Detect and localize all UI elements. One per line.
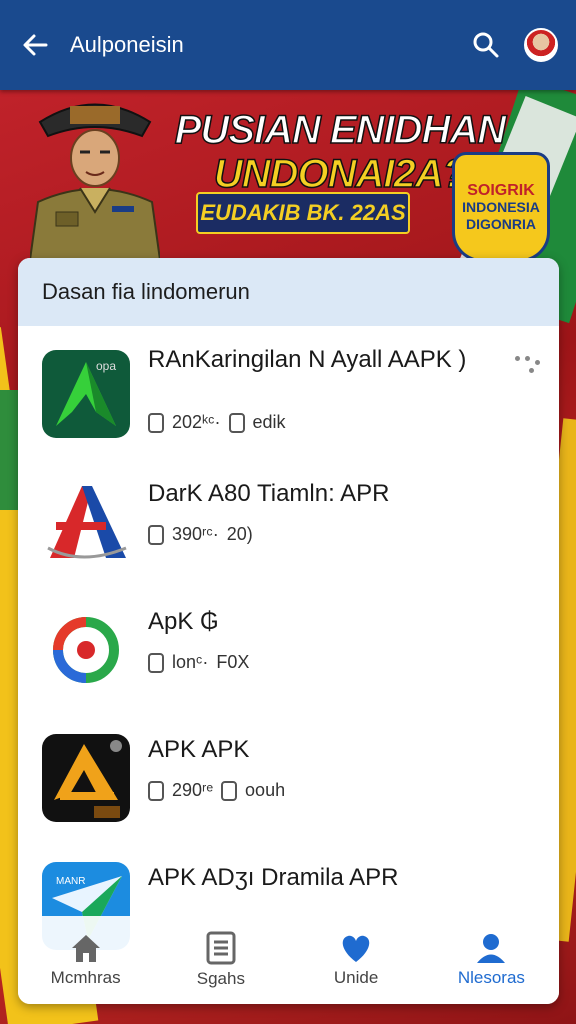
app-meta: 390ʳᶜ· 20) [148, 524, 253, 545]
app-name: RAnKaringilan N Ayall AAPK ) [148, 346, 467, 373]
home-icon [71, 935, 100, 962]
size-icon [148, 652, 164, 673]
nav-home[interactable]: Mcmhras [18, 916, 153, 1004]
profile-icon [477, 934, 506, 963]
headline-line-1: PUSIAN ENIDHAN [174, 107, 507, 153]
nav-label: Nlesoras [457, 968, 525, 987]
app-bar-title: Aulponeisin [70, 32, 184, 57]
banner-subline: EUDAKIB BK. 22AS [196, 192, 410, 234]
app-name: ApK ₲ [148, 608, 219, 635]
app-name: APK ADʒı Dramila APR [148, 864, 399, 891]
nav-label: Mcmhras [50, 968, 121, 987]
storage-icon [228, 412, 245, 433]
nav-label: Sgahs [196, 969, 245, 988]
list-item[interactable]: APK APK 290ʳᵉ oouh [18, 710, 559, 839]
app-meta-1: 390ʳᶜ· [172, 524, 219, 544]
size-icon [148, 412, 164, 433]
bottom-navigation: Mcmhras Sgahs Unide Nlesoras [18, 916, 559, 1004]
storage-icon [221, 780, 238, 801]
app-meta: 202ᵏᶜ· edik [148, 412, 286, 433]
app-meta-2: oouh [245, 780, 286, 800]
more-options-icon[interactable] [515, 356, 541, 376]
app-meta-1: 290ʳᵉ [172, 780, 214, 800]
nav-profile[interactable]: Nlesoras [424, 916, 559, 1004]
app-meta: 290ʳᵉ oouh [148, 780, 285, 801]
arrow-left-icon [23, 34, 48, 56]
app-name: APK APK [148, 736, 250, 763]
gold-triangle-app-icon [42, 734, 130, 822]
app-meta-1: 202ᵏᶜ· [172, 412, 221, 432]
badge-line-1: SOIGRIK [467, 181, 535, 199]
app-meta-2: 20) [226, 524, 253, 544]
list-header: Dasan fia lindomerun [18, 258, 559, 327]
badge-line-2: INDONESIA [462, 198, 540, 215]
size-icon [148, 780, 164, 801]
search-icon [473, 32, 499, 58]
svg-text:opa: opa [96, 359, 116, 373]
nav-favorites[interactable]: Unide [289, 916, 424, 1004]
list-item[interactable]: ApK ₲ lonᶜ· F0X [18, 582, 559, 711]
size-icon [148, 524, 164, 545]
red-blue-a-app-icon [42, 478, 130, 566]
green-arrow-app-icon: opa [42, 350, 130, 438]
app-meta-2: edik [252, 412, 286, 432]
top-app-bar: Aulponeisin [0, 0, 576, 90]
indonesia-badge: SOIGRIK INDONESIA DIGONRIA [452, 152, 550, 262]
svg-text:MANR: MANR [56, 876, 85, 887]
app-meta-2: F0X [216, 652, 250, 672]
app-meta: lonᶜ· F0X [148, 652, 249, 673]
heart-icon [342, 935, 370, 962]
app-name: DarK A80 Tiamln: APR [148, 480, 390, 507]
back-button[interactable] [0, 0, 70, 90]
nav-label: Unide [333, 968, 379, 987]
app-meta-1: lonᶜ· [172, 652, 209, 672]
ring-app-icon [42, 606, 130, 694]
user-avatar[interactable] [524, 28, 558, 62]
list-item[interactable]: opa RAnKaringilan N Ayall AAPK ) 202ᵏᶜ· … [18, 326, 559, 455]
search-button[interactable] [456, 0, 516, 90]
list-item[interactable]: DarK A80 Tiamln: APR 390ʳᶜ· 20) [18, 454, 559, 583]
app-list-card: Dasan fia lindomerun opa RAnKaringilan N… [18, 258, 559, 1004]
badge-line-3: DIGONRIA [466, 215, 536, 232]
nav-documents[interactable]: Sgahs [153, 916, 288, 1004]
document-icon [206, 931, 236, 965]
